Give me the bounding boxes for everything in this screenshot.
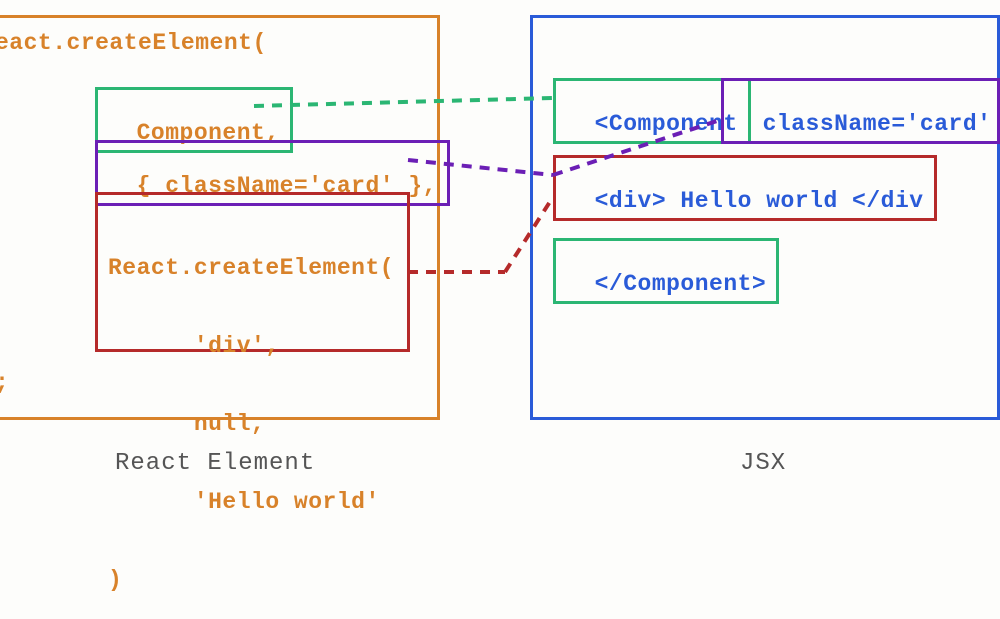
jsx-child: <div> Hello world </div bbox=[595, 188, 924, 214]
child-line4: 'Hello world' bbox=[108, 489, 397, 515]
jsx-component-close: </Component> bbox=[595, 271, 767, 297]
jsx-component-close-box: </Component> bbox=[553, 238, 779, 304]
jsx-classname-box: className='card' bbox=[721, 78, 1000, 144]
right-caption: JSX bbox=[740, 450, 786, 477]
jsx-child-box: <div> Hello world </div bbox=[553, 155, 937, 221]
child-line1: React.createElement( bbox=[108, 255, 397, 281]
child-line5: ) bbox=[108, 567, 397, 593]
jsx-classname: className='card' bbox=[763, 111, 992, 137]
semicolon: ; bbox=[0, 370, 9, 396]
create-element-call: eact.createElement( bbox=[0, 30, 267, 56]
left-caption: React Element bbox=[115, 450, 315, 477]
child-line2: 'div', bbox=[108, 333, 397, 359]
jsx-component-open: <Component bbox=[595, 111, 738, 137]
child-arg-box: React.createElement( 'div', null, 'Hello… bbox=[95, 192, 410, 352]
child-line3: null, bbox=[108, 411, 397, 437]
